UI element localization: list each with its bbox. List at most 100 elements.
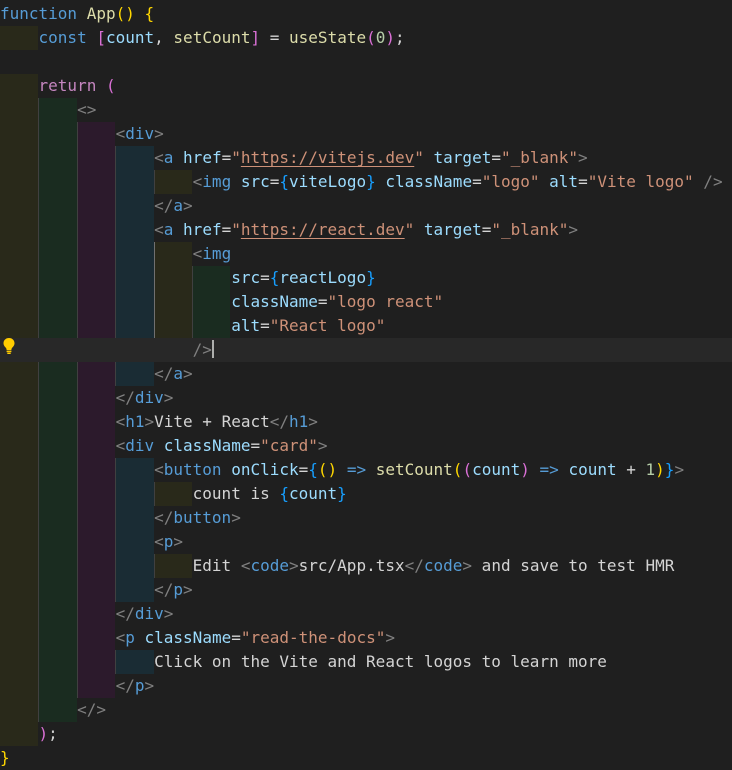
code-token: </ bbox=[115, 388, 135, 407]
code-token: "logo" bbox=[481, 172, 540, 191]
code-token: https://vitejs.dev bbox=[240, 148, 415, 167]
code-line[interactable]: Edit <code>src/App.tsx</code> and save t… bbox=[0, 554, 732, 578]
code-token: div bbox=[134, 604, 164, 623]
code-token: = bbox=[269, 172, 280, 191]
code-token: "logo react" bbox=[327, 292, 444, 311]
code-line[interactable]: </> bbox=[0, 698, 732, 722]
code-line[interactable]: /> bbox=[0, 338, 732, 362]
code-token: => bbox=[346, 460, 367, 479]
code-token: > bbox=[183, 364, 193, 383]
code-token: count bbox=[105, 28, 155, 47]
code-line[interactable]: </a> bbox=[0, 362, 732, 386]
code-token: < bbox=[154, 148, 164, 167]
code-line[interactable]: } bbox=[0, 746, 732, 770]
code-token: { bbox=[279, 484, 289, 503]
code-token: </ bbox=[404, 556, 424, 575]
code-token: = bbox=[231, 628, 241, 647]
code-token: </ bbox=[115, 676, 135, 695]
code-token: { bbox=[269, 268, 280, 287]
code-token: > bbox=[144, 676, 155, 695]
code-token: < bbox=[154, 220, 164, 239]
code-line[interactable]: </p> bbox=[0, 674, 732, 698]
code-line[interactable]: alt="React logo" bbox=[0, 314, 732, 338]
code-line[interactable]: <p> bbox=[0, 530, 732, 554]
code-token: ( bbox=[366, 28, 376, 47]
code-line[interactable]: <a href="https://vitejs.dev" target="_bl… bbox=[0, 146, 732, 170]
code-line[interactable]: src={reactLogo} bbox=[0, 266, 732, 290]
code-token: </ bbox=[115, 604, 135, 623]
code-token: count is bbox=[192, 484, 280, 503]
code-line[interactable]: <button onClick={() => setCount((count) … bbox=[0, 458, 732, 482]
code-line[interactable]: <img bbox=[0, 242, 732, 266]
code-line[interactable]: </div> bbox=[0, 386, 732, 410]
code-line[interactable]: <h1>Vite + React</h1> bbox=[0, 410, 732, 434]
code-token: = bbox=[221, 220, 232, 239]
code-token: = bbox=[472, 172, 482, 191]
code-line[interactable]: <p className="read-the-docs"> bbox=[0, 626, 732, 650]
code-token: > bbox=[317, 436, 328, 455]
code-token: " bbox=[231, 148, 241, 167]
code-token: https://react.dev bbox=[240, 220, 405, 239]
code-line[interactable]: </a> bbox=[0, 194, 732, 218]
lightbulb-icon[interactable] bbox=[2, 336, 16, 356]
code-line[interactable]: ); bbox=[0, 722, 732, 746]
code-line[interactable]: </p> bbox=[0, 578, 732, 602]
code-line[interactable]: function App() { bbox=[0, 2, 732, 26]
code-line[interactable]: <div className="card"> bbox=[0, 434, 732, 458]
code-token: > bbox=[183, 196, 193, 215]
code-token: function bbox=[0, 4, 87, 23]
code-token: > bbox=[144, 412, 155, 431]
code-token: > bbox=[674, 460, 685, 479]
code-line[interactable] bbox=[0, 50, 732, 74]
code-token: Vite + React bbox=[154, 412, 270, 431]
code-line[interactable]: <> bbox=[0, 98, 732, 122]
code-line[interactable]: <img src={viteLogo} className="logo" alt… bbox=[0, 170, 732, 194]
code-token: > bbox=[462, 556, 473, 575]
code-line[interactable]: </button> bbox=[0, 506, 732, 530]
code-line[interactable]: className="logo react" bbox=[0, 290, 732, 314]
code-token: ] bbox=[250, 28, 261, 47]
code-token: alt bbox=[549, 172, 579, 191]
code-line[interactable]: <a href="https://react.dev" target="_bla… bbox=[0, 218, 732, 242]
code-editor[interactable]: function App() { const [count, setCount]… bbox=[0, 0, 732, 767]
code-token: " bbox=[404, 220, 415, 239]
code-line[interactable]: return ( bbox=[0, 74, 732, 98]
code-line[interactable]: const [count, setCount] = useState(0); bbox=[0, 26, 732, 50]
code-token: > bbox=[231, 508, 241, 527]
code-token: { bbox=[279, 172, 290, 191]
code-token: setCount bbox=[173, 28, 251, 47]
code-token: src/App.tsx bbox=[298, 556, 405, 575]
code-token: count bbox=[289, 484, 338, 503]
code-token: a bbox=[173, 196, 184, 215]
code-token: { bbox=[144, 4, 155, 23]
code-token: </ bbox=[154, 580, 174, 599]
code-token: = bbox=[481, 220, 492, 239]
code-token: and save to test HMR bbox=[472, 556, 675, 575]
code-line[interactable]: <div> bbox=[0, 122, 732, 146]
code-token: img bbox=[202, 244, 232, 263]
code-token: img bbox=[202, 172, 232, 191]
code-line[interactable]: Click on the Vite and React logos to lea… bbox=[0, 650, 732, 674]
code-token: > bbox=[308, 412, 318, 431]
code-token: } bbox=[366, 268, 376, 287]
code-token: > bbox=[578, 148, 588, 167]
code-token: > bbox=[289, 556, 299, 575]
code-token: /> bbox=[192, 340, 212, 359]
code-token: "React logo" bbox=[269, 316, 386, 335]
code-line[interactable]: </div> bbox=[0, 602, 732, 626]
code-line[interactable]: count is {count} bbox=[0, 482, 732, 506]
